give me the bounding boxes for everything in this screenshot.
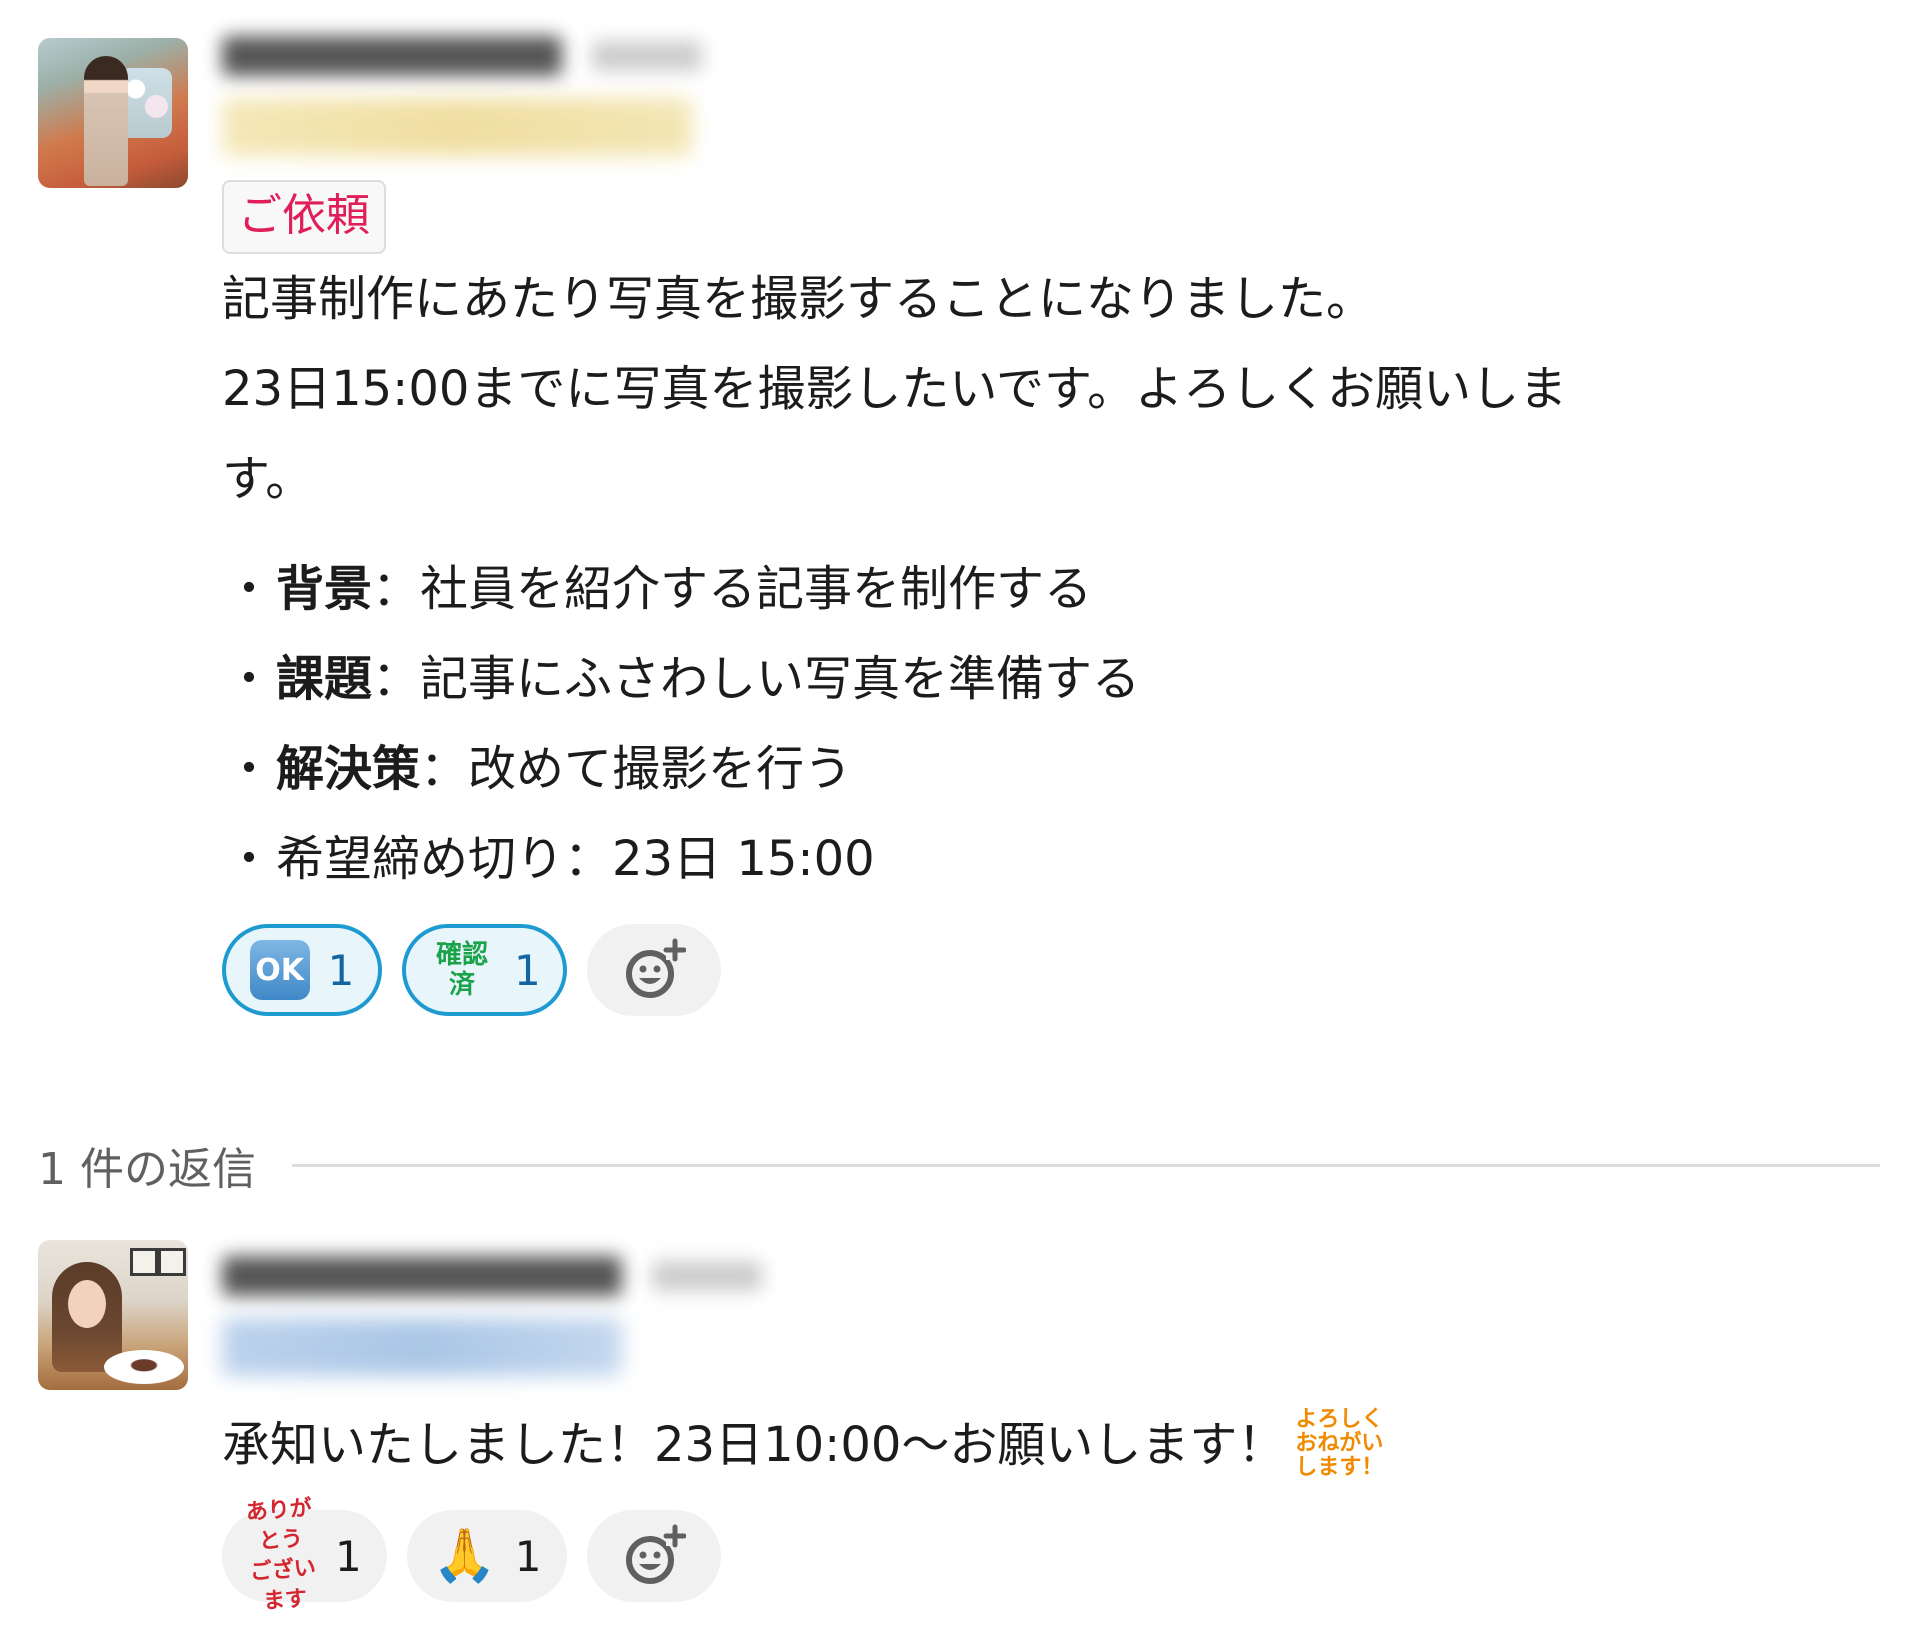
reaction-arigatou-gozaimasu[interactable]: ありがとう ございます 1 <box>222 1496 387 1615</box>
timestamp-redacted[interactable] <box>592 41 702 71</box>
replies-count-label[interactable]: 1 件の返信 <box>38 1133 256 1197</box>
request-tag: ご依頼 <box>222 180 386 254</box>
bullet-key: 課題 <box>276 651 373 707</box>
reaction-bar: OK 1 確認 済 1 <box>222 924 1880 1016</box>
kakunin-zumi-emoji-icon: 確認 済 <box>428 936 496 1004</box>
message-header <box>222 30 1880 82</box>
reaction-count: 1 <box>335 1531 362 1581</box>
message-body: 記事制作にあたり写真を撮影することになりました。 23日15:00までに写真を撮… <box>222 254 1880 524</box>
bullet-text: ：社員を紹介する記事を制作する <box>372 561 1093 617</box>
emoji-text-line: 確認 <box>435 940 488 970</box>
emoji-text-line: 済 <box>448 970 475 1000</box>
message-line: 承知いたしました！23日10:00〜お願いします！ <box>222 1417 1286 1473</box>
add-reaction-button[interactable] <box>586 1510 721 1602</box>
add-reaction-icon <box>625 938 686 998</box>
message-1: ご依頼 記事制作にあたり写真を撮影することになりました。 23日15:00までに… <box>0 0 1920 1090</box>
divider-line <box>291 1163 1880 1167</box>
bullet-key: 背景 <box>276 561 373 617</box>
bullet-item: ・ 解決策 ：改めて撮影を行う <box>222 724 1880 814</box>
add-reaction-button[interactable] <box>586 924 721 1016</box>
bullet-text: ：改めて撮影を行う <box>420 741 853 797</box>
emoji-text-line: ありがとう <box>245 1495 313 1555</box>
reaction-kakunin-zumi[interactable]: 確認 済 1 <box>402 924 567 1016</box>
mention-row <box>222 1302 1880 1392</box>
emoji-text-line: よろしく <box>1295 1407 1384 1432</box>
message-header <box>222 1250 1880 1302</box>
emoji-text-line: ございます <box>249 1555 317 1615</box>
bullet-key: 解決策 <box>276 741 421 797</box>
bullet-dot: ・ <box>224 741 273 797</box>
reaction-count: 1 <box>514 945 541 995</box>
author-name-redacted[interactable] <box>222 36 562 76</box>
message-body: 承知いたしました！23日10:00〜お願いします！ よろしく おねがい します！ <box>222 1400 1880 1490</box>
user-mention-redacted[interactable] <box>222 1318 622 1376</box>
message-2: 承知いたしました！23日10:00〜お願いします！ よろしく おねがい します！ あり… <box>0 1220 1920 1648</box>
pray-emoji-icon: 🙏 <box>431 1526 497 1586</box>
message-line: 23日15:00までに写真を撮影したいです。よろしくお願いしま <box>222 361 1568 417</box>
bullet-item: ・ 背景 ：社員を紹介する記事を制作する <box>222 544 1880 634</box>
ok-emoji-icon: OK <box>249 940 310 1000</box>
reaction-bar: ありがとう ございます 1 🙏 1 <box>222 1496 1880 1615</box>
reaction-count: 1 <box>514 1531 542 1581</box>
message-content: 承知いたしました！23日10:00〜お願いします！ よろしく おねがい します！ あり… <box>222 1250 1880 1615</box>
add-reaction-icon <box>625 1524 686 1584</box>
reaction-count: 1 <box>327 945 355 995</box>
bullet-dot: ・ <box>224 831 273 887</box>
yoroshiku-onegaishimasu-emoji-icon: よろしく おねがい します！ <box>1295 1408 1383 1480</box>
arigatou-gozaimasu-emoji-icon: ありがとう ございます <box>245 1496 320 1615</box>
author-name-redacted[interactable] <box>222 1256 622 1296</box>
emoji-text-line: おねがい <box>1295 1431 1384 1456</box>
avatar[interactable] <box>38 1240 188 1390</box>
message-line: す。 <box>222 451 314 507</box>
reaction-ok[interactable]: OK 1 <box>222 924 382 1016</box>
bullet-dot: ・ <box>224 651 273 707</box>
bullet-list: ・ 背景 ：社員を紹介する記事を制作する ・ 課題 ：記事にふさわしい写真を準備… <box>222 544 1880 904</box>
timestamp-redacted[interactable] <box>652 1261 762 1291</box>
mention-row <box>222 82 1880 172</box>
reaction-pray[interactable]: 🙏 1 <box>406 1510 567 1602</box>
bullet-item: ・ 課題 ：記事にふさわしい写真を準備する <box>222 634 1880 724</box>
thread-replies-divider: 1 件の返信 <box>38 1130 1880 1200</box>
emoji-text-line: します！ <box>1295 1455 1384 1480</box>
bullet-text: ：記事にふさわしい写真を準備する <box>372 651 1141 707</box>
bullet-text: 希望締め切り：23日 15:00 <box>276 831 875 887</box>
bullet-dot: ・ <box>224 561 273 617</box>
bullet-item: ・ 希望締め切り：23日 15:00 <box>222 814 1880 904</box>
message-content: ご依頼 記事制作にあたり写真を撮影することになりました。 23日15:00までに… <box>222 30 1880 1016</box>
avatar[interactable] <box>38 38 188 188</box>
user-mention-redacted[interactable] <box>222 98 692 156</box>
message-line: 記事制作にあたり写真を撮影することになりました。 <box>222 271 1375 327</box>
